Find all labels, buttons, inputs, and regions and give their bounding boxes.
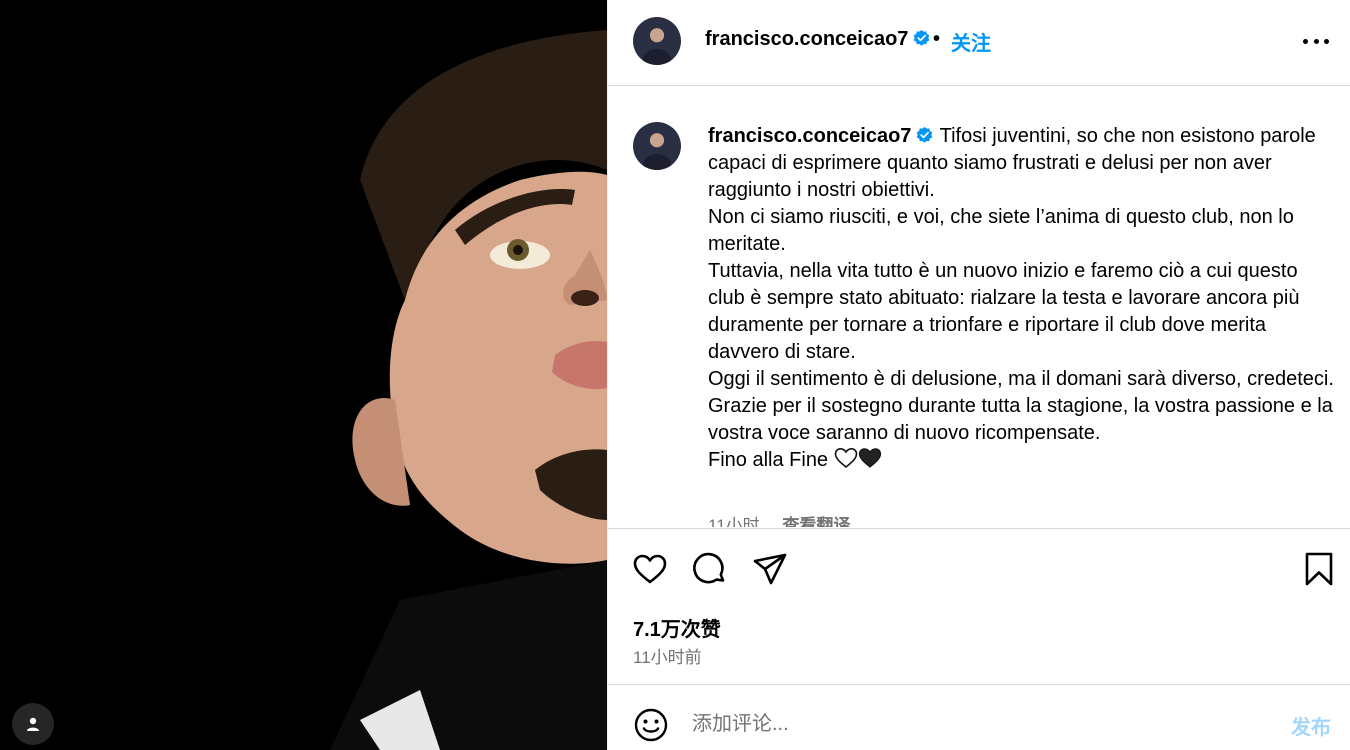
post-photo bbox=[0, 0, 607, 750]
user-icon bbox=[27, 717, 39, 731]
caption-meta: 11小时 查看翻译 bbox=[708, 511, 850, 527]
white-heart-emoji-icon bbox=[834, 447, 857, 469]
see-translation-button[interactable]: 查看翻译 bbox=[782, 516, 850, 527]
caption-line-2: Non ci siamo riusciti, e voi, che siete … bbox=[708, 206, 1294, 255]
caption-section: francisco.conceicao7 Tifosi juventini, s… bbox=[608, 87, 1350, 527]
header-username-wrap[interactable]: francisco.conceicao7 bbox=[705, 28, 931, 51]
caption-username-wrap: francisco.conceicao7 bbox=[708, 125, 934, 147]
comment-bar: 发布 bbox=[608, 684, 1350, 750]
post-header: francisco.conceicao7 • 关注 bbox=[608, 0, 1350, 86]
caption-line-5: Grazie per il sostegno durante tutta la … bbox=[708, 395, 1333, 444]
caption-line-6: Fino alla Fine bbox=[708, 449, 829, 471]
verified-badge-icon bbox=[917, 126, 933, 143]
more-icon bbox=[1303, 38, 1329, 44]
comment-input[interactable] bbox=[692, 709, 1252, 739]
post-image[interactable] bbox=[0, 0, 607, 750]
header-username[interactable]: francisco.conceicao7 bbox=[705, 28, 908, 50]
header-separator: • bbox=[933, 28, 941, 50]
post-actions: 7.1万次赞 11小时前 bbox=[608, 528, 1350, 684]
emoji-icon[interactable] bbox=[633, 707, 669, 743]
caption-username[interactable]: francisco.conceicao7 bbox=[708, 125, 911, 147]
like-heart-icon[interactable] bbox=[632, 551, 668, 587]
black-heart-emoji-icon bbox=[858, 448, 881, 468]
tagged-users-button[interactable] bbox=[12, 703, 54, 745]
save-bookmark-icon[interactable] bbox=[1301, 551, 1337, 587]
comment-icon[interactable] bbox=[692, 551, 728, 587]
more-options-button[interactable] bbox=[1303, 28, 1329, 54]
caption-text: francisco.conceicao7 Tifosi juventini, s… bbox=[708, 123, 1338, 474]
caption-time[interactable]: 11小时 bbox=[708, 516, 760, 527]
follow-button[interactable]: 关注 bbox=[951, 27, 991, 56]
caption-line-6-wrap: Fino alla Fine bbox=[708, 447, 1338, 474]
verified-badge-icon bbox=[914, 29, 930, 46]
post-comment-button[interactable]: 发布 bbox=[1291, 711, 1331, 740]
caption-line-3: Tuttavia, nella vita tutto è un nuovo in… bbox=[708, 260, 1300, 363]
like-count[interactable]: 7.1万次赞 bbox=[633, 613, 721, 642]
post-time: 11小时前 bbox=[633, 648, 702, 667]
caption-line-4: Oggi il sentimento è di delusione, ma il… bbox=[708, 368, 1334, 390]
post-details-panel: francisco.conceicao7 • 关注 francisco.conc… bbox=[607, 0, 1350, 750]
share-icon[interactable] bbox=[752, 551, 788, 587]
caption-author-avatar[interactable] bbox=[633, 122, 681, 170]
author-avatar[interactable] bbox=[633, 17, 681, 65]
